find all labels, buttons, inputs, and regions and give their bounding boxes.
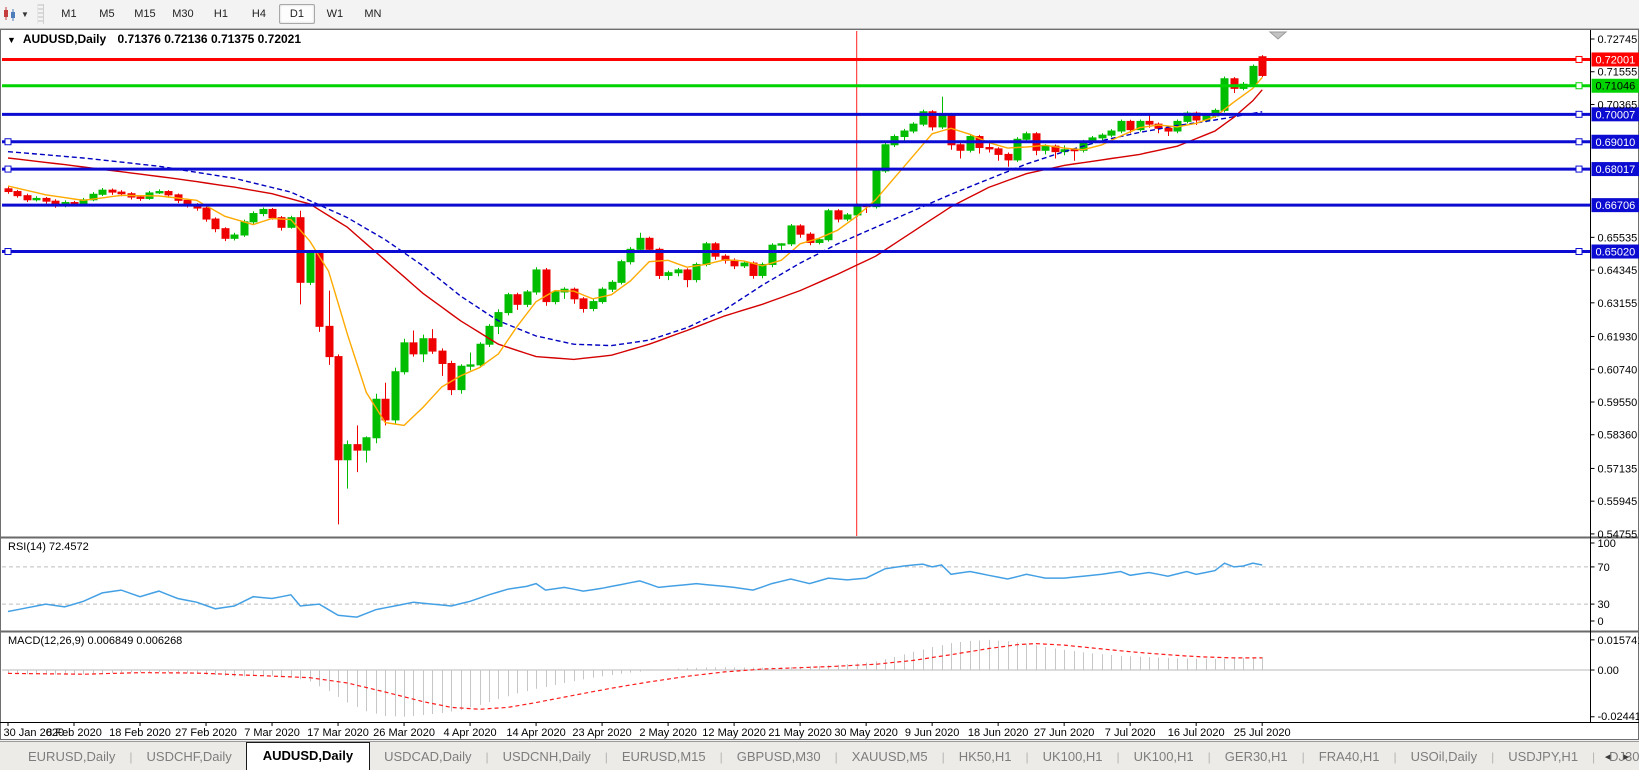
svg-text:18 Jun 2020: 18 Jun 2020 xyxy=(968,727,1029,739)
svg-text:14 Apr 2020: 14 Apr 2020 xyxy=(506,727,565,739)
svg-text:7 Mar 2020: 7 Mar 2020 xyxy=(244,727,300,739)
scroll-left-icon[interactable]: ◂ xyxy=(1605,751,1611,763)
tab-eurusd-daily[interactable]: EURUSD,Daily xyxy=(14,745,129,770)
svg-text:30 May 2020: 30 May 2020 xyxy=(834,727,898,739)
svg-text:0.58360: 0.58360 xyxy=(1598,430,1638,442)
chart-canvas[interactable]: 0.720010.710460.700070.690100.680170.667… xyxy=(0,0,1639,770)
tab-usoil-daily[interactable]: USOil,Daily xyxy=(1397,745,1491,770)
tab-scroll-arrows: ◂ ▸ xyxy=(1595,750,1629,763)
svg-text:7 Jul 2020: 7 Jul 2020 xyxy=(1105,727,1156,739)
svg-text:26 Mar 2020: 26 Mar 2020 xyxy=(373,727,435,739)
svg-text:0.69010: 0.69010 xyxy=(1596,137,1636,149)
mt4-window: { "toolbar": { "timeframes": [ {"label":… xyxy=(0,0,1639,770)
svg-text:0.63155: 0.63155 xyxy=(1598,298,1638,310)
rsi-indicator-label: RSI(14) 72.4572 xyxy=(8,541,89,553)
tab-uk100-h1[interactable]: UK100,H1 xyxy=(1029,745,1117,770)
chart-dropdown-icon[interactable]: ▼ xyxy=(7,35,16,45)
svg-text:8 Feb 2020: 8 Feb 2020 xyxy=(46,727,102,739)
svg-text:30: 30 xyxy=(1598,599,1610,611)
tab-audusd-daily[interactable]: AUDUSD,Daily xyxy=(245,742,371,770)
tab-eurusd-m15[interactable]: EURUSD,M15 xyxy=(608,745,720,770)
svg-text:100: 100 xyxy=(1598,538,1616,550)
rsi-value: 72.4572 xyxy=(48,541,89,553)
svg-text:23 Apr 2020: 23 Apr 2020 xyxy=(572,727,631,739)
tab-usdcnh-daily[interactable]: USDCNH,Daily xyxy=(489,745,605,770)
svg-text:0.72001: 0.72001 xyxy=(1596,54,1636,66)
svg-text:0.57135: 0.57135 xyxy=(1598,463,1638,475)
svg-text:0.66706: 0.66706 xyxy=(1596,200,1636,212)
svg-text:2 May 2020: 2 May 2020 xyxy=(639,727,696,739)
chart-tab-bar: EURUSD,Daily | USDCHF,Daily AUDUSD,Daily USD… xyxy=(0,741,1639,770)
svg-text:9 Jun 2020: 9 Jun 2020 xyxy=(905,727,959,739)
svg-text:0.72745: 0.72745 xyxy=(1598,34,1638,46)
svg-text:0.70365: 0.70365 xyxy=(1598,99,1638,111)
svg-text:0.71046: 0.71046 xyxy=(1596,81,1636,93)
svg-text:25 Jul 2020: 25 Jul 2020 xyxy=(1234,727,1291,739)
svg-text:0.71555: 0.71555 xyxy=(1598,67,1638,79)
svg-text:16 Jul 2020: 16 Jul 2020 xyxy=(1168,727,1225,739)
svg-text:0.015741: 0.015741 xyxy=(1598,635,1639,647)
tab-xauusd-m5[interactable]: XAUUSD,M5 xyxy=(838,745,942,770)
svg-text:70: 70 xyxy=(1598,562,1610,574)
tab-usdcad-daily[interactable]: USDCAD,Daily xyxy=(370,745,485,770)
scroll-right-icon[interactable]: ▸ xyxy=(1623,751,1629,763)
tab-usdchf-daily[interactable]: USDCHF,Daily xyxy=(133,745,246,770)
svg-text:27 Jun 2020: 27 Jun 2020 xyxy=(1034,727,1095,739)
chart-ohlc-quote: 0.71376 0.72136 0.71375 0.72021 xyxy=(117,32,302,46)
svg-text:0.00: 0.00 xyxy=(1598,665,1619,677)
chart-tabs: EURUSD,Daily | USDCHF,Daily AUDUSD,Daily USD… xyxy=(14,742,1639,770)
tab-ger30-h1[interactable]: GER30,H1 xyxy=(1211,745,1302,770)
chart-title: ▼ AUDUSD,Daily 0.71376 0.72136 0.71375 0… xyxy=(7,32,301,46)
macd-name: MACD(12,26,9) xyxy=(8,635,85,647)
svg-text:21 May 2020: 21 May 2020 xyxy=(768,727,832,739)
macd-values: 0.006849 0.006268 xyxy=(87,635,183,647)
chart-symbol-period: AUDUSD,Daily xyxy=(22,32,107,46)
svg-text:4 Apr 2020: 4 Apr 2020 xyxy=(443,727,496,739)
svg-text:0.61930: 0.61930 xyxy=(1598,332,1638,344)
svg-text:0.68017: 0.68017 xyxy=(1596,164,1636,176)
tab-gbpusd-m30[interactable]: GBPUSD,M30 xyxy=(723,745,835,770)
svg-text:18 Feb 2020: 18 Feb 2020 xyxy=(109,727,171,739)
svg-text:17 Mar 2020: 17 Mar 2020 xyxy=(307,727,369,739)
tab-hk50-h1[interactable]: HK50,H1 xyxy=(945,745,1026,770)
svg-text:0.60740: 0.60740 xyxy=(1598,364,1638,376)
tab-fra40-h1[interactable]: FRA40,H1 xyxy=(1305,745,1394,770)
svg-text:27 Feb 2020: 27 Feb 2020 xyxy=(175,727,237,739)
svg-text:0: 0 xyxy=(1598,616,1604,628)
svg-text:12 May 2020: 12 May 2020 xyxy=(702,727,766,739)
svg-text:0.64345: 0.64345 xyxy=(1598,265,1638,277)
tab-usdjpy-h1[interactable]: USDJPY,H1 xyxy=(1494,745,1592,770)
svg-text:0.55945: 0.55945 xyxy=(1598,496,1638,508)
rsi-name: RSI(14) xyxy=(8,541,46,553)
svg-text:0.65020: 0.65020 xyxy=(1596,247,1636,259)
svg-text:0.59550: 0.59550 xyxy=(1598,397,1638,409)
macd-indicator-label: MACD(12,26,9) 0.006849 0.006268 xyxy=(8,635,182,647)
tab-uk100-h1[interactable]: UK100,H1 xyxy=(1120,745,1208,770)
svg-text:0.65535: 0.65535 xyxy=(1598,232,1638,244)
svg-text:-0.024412: -0.024412 xyxy=(1598,711,1639,723)
